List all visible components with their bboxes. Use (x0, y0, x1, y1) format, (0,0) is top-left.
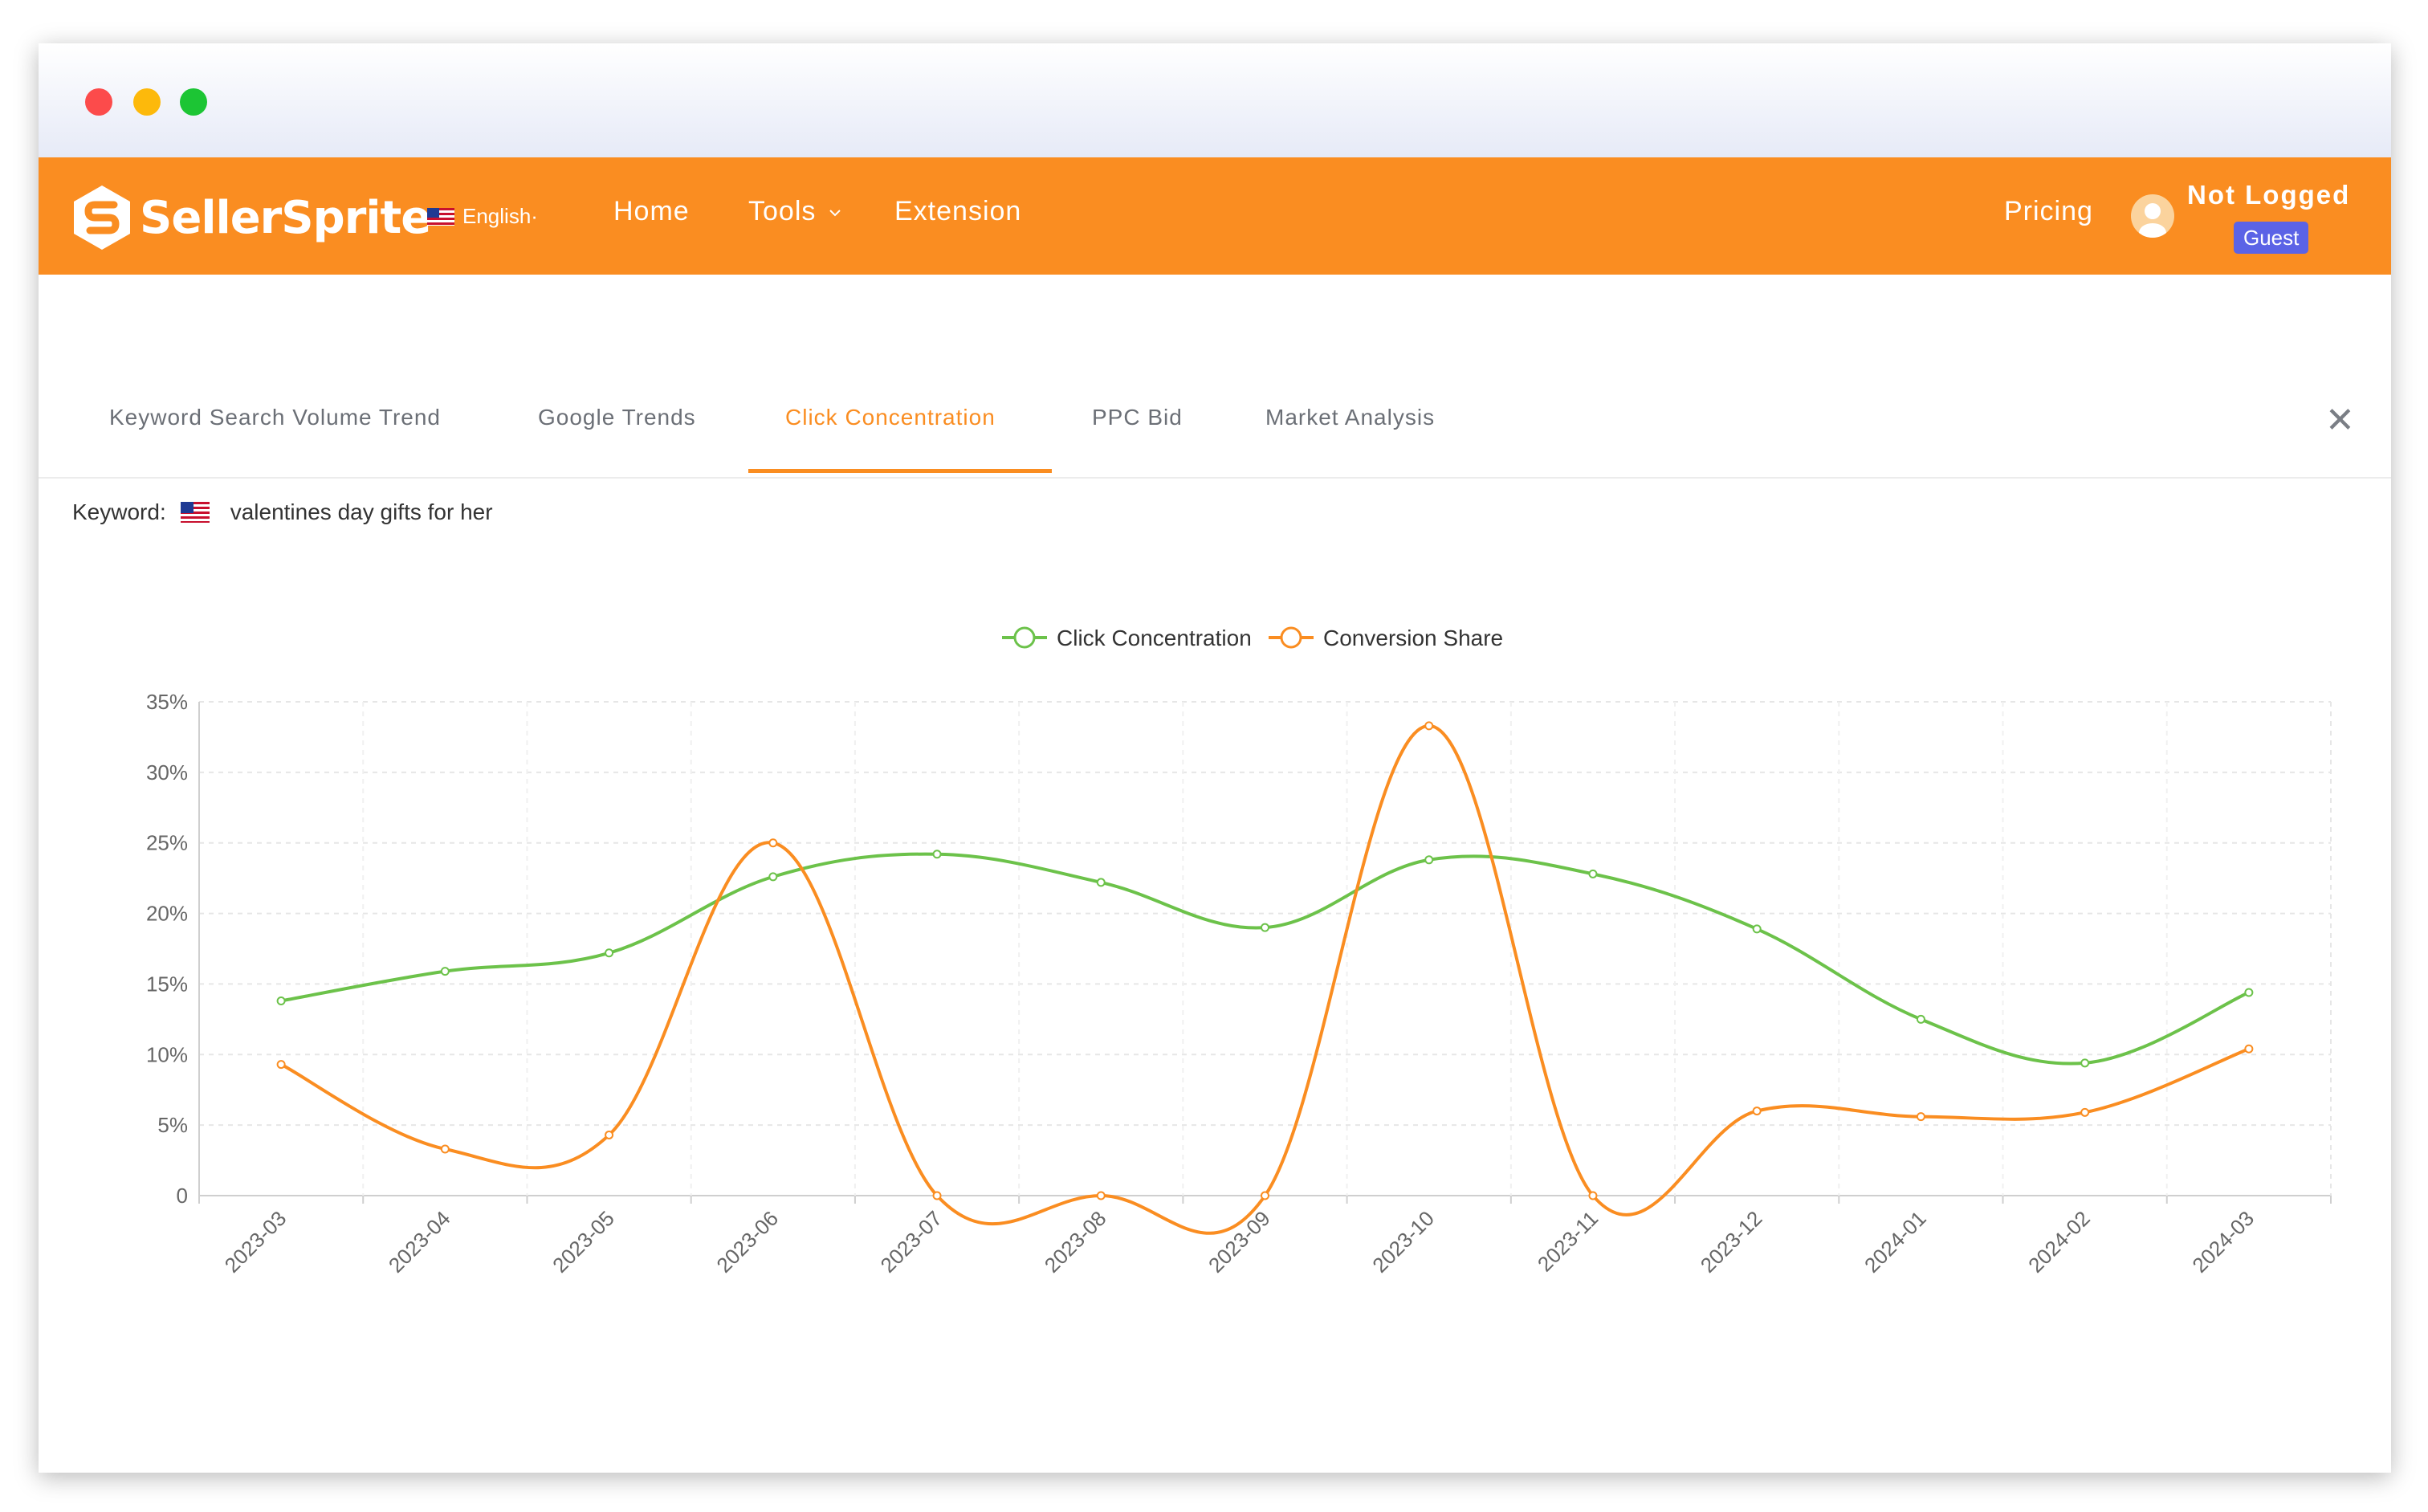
data-point (2080, 1107, 2090, 1117)
data-point (2080, 1058, 2090, 1068)
data-point (932, 1191, 942, 1200)
y-tick-label: 10% (146, 1042, 188, 1066)
x-tick-label: 2023-04 (384, 1206, 455, 1278)
chart-legend: Click Concentration Conversion Share (1002, 626, 1503, 650)
x-tick-label: 2023-10 (1367, 1206, 1439, 1278)
data-point (1916, 1014, 1925, 1024)
x-tick-label: 2024-02 (2023, 1206, 2095, 1278)
click-concentration-chart: Click Concentration Conversion Share 0 5% 1… (146, 626, 2332, 1278)
data-point (1096, 878, 1106, 887)
data-point (1588, 869, 1598, 878)
data-point (2244, 1044, 2254, 1054)
data-point (1424, 721, 1434, 731)
data-point (440, 1144, 450, 1154)
data-point (768, 872, 778, 882)
x-tick-label: 2023-08 (1040, 1206, 1111, 1278)
data-point (2244, 988, 2254, 997)
legend-marker (1013, 626, 1036, 649)
x-tick-label: 2023-12 (1696, 1206, 1767, 1278)
x-tick-label: 2023-05 (548, 1206, 619, 1278)
x-tick-label: 2023-09 (1204, 1206, 1275, 1278)
data-point (1752, 924, 1762, 934)
data-point (1261, 923, 1269, 932)
legend-marker (1280, 626, 1302, 649)
x-tick-label: 2024-03 (2187, 1206, 2259, 1278)
chart-series (276, 721, 2254, 1235)
data-point (1752, 1106, 1762, 1116)
data-point (276, 1060, 286, 1070)
y-tick-label: 5% (157, 1113, 188, 1137)
x-tick-label: 2023-11 (1533, 1206, 1603, 1276)
y-tick-label: 15% (146, 972, 188, 996)
y-axis-ticks: 0 5% 10% 15% 20% 25% 30% 35% (146, 690, 188, 1208)
data-point (276, 996, 286, 1006)
browser-window: SellerSprite English· Home Tools Extensi… (39, 43, 2391, 1473)
data-point (1588, 1191, 1598, 1200)
y-tick-label: 30% (146, 760, 188, 785)
data-point (605, 1130, 614, 1139)
data-point (768, 838, 778, 848)
data-point (932, 850, 942, 859)
chart-grid (198, 701, 2332, 1196)
data-point (1916, 1112, 1925, 1122)
x-axis-ticks: 2023-03 2023-04 2023-05 2023-06 2023-07 2023-… (198, 1196, 2332, 1278)
series-line-conversion-share (280, 723, 2250, 1235)
x-tick-label: 2023-07 (876, 1206, 947, 1278)
x-tick-label: 2024-01 (1860, 1206, 1931, 1278)
y-tick-label: 25% (146, 831, 188, 855)
data-point (1096, 1191, 1106, 1200)
y-tick-label: 20% (146, 902, 188, 926)
x-tick-label: 2023-03 (220, 1206, 291, 1278)
data-point (440, 967, 450, 976)
y-tick-label: 35% (146, 690, 188, 714)
y-tick-label: 0 (177, 1184, 188, 1208)
x-tick-label: 2023-06 (711, 1206, 783, 1278)
legend-label: Click Concentration (1057, 626, 1252, 650)
series-line-click-concentration (280, 852, 2250, 1066)
data-point (1261, 1191, 1269, 1200)
data-point (1424, 855, 1434, 865)
data-point (605, 948, 614, 958)
legend-label: Conversion Share (1323, 626, 1503, 650)
